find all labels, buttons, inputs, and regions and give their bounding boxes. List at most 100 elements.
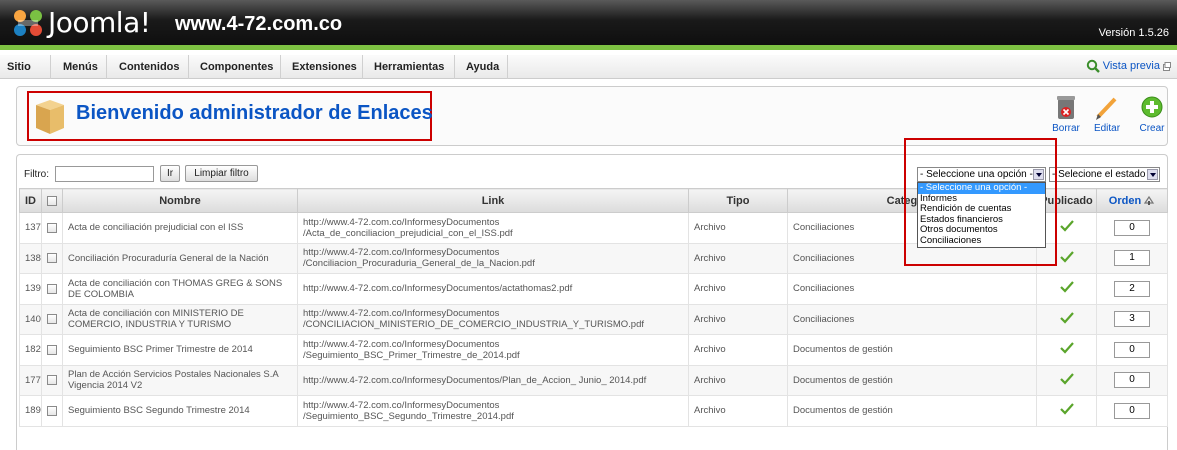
row-published-cell <box>1036 273 1097 305</box>
published-check-icon[interactable] <box>1059 312 1074 324</box>
published-check-icon[interactable] <box>1059 373 1074 385</box>
save-order-icon[interactable] <box>1144 195 1155 206</box>
published-check-icon[interactable] <box>1059 281 1074 293</box>
row-type: Archivo <box>688 273 788 305</box>
col-type[interactable]: Tipo <box>688 188 788 213</box>
row-id: 177 <box>19 364 42 396</box>
edit-label: Editar <box>1093 123 1121 134</box>
main-menubar: Sitio Menús Contenidos Componentes Exten… <box>0 55 1177 79</box>
row-select-cell <box>41 242 63 274</box>
trash-icon <box>1057 96 1075 119</box>
edit-button[interactable]: Editar <box>1089 95 1125 134</box>
row-checkbox[interactable] <box>47 253 57 264</box>
row-type: Archivo <box>688 303 788 335</box>
menu-componentes[interactable]: Componentes <box>200 61 273 73</box>
row-name-link[interactable]: Acta de conciliación con MINISTERIO DE C… <box>62 303 298 335</box>
joomla-logo-icon <box>14 10 42 36</box>
row-category: Documentos de gestión <box>787 334 1037 366</box>
row-link-url: http://www.4-72.com.co/InformesyDocument… <box>297 334 689 366</box>
row-type: Archivo <box>688 212 788 244</box>
order-input[interactable]: 0 <box>1114 341 1150 358</box>
menu-separator <box>454 55 455 79</box>
table-row: 139 Acta de conciliación con THOMAS GREG … <box>19 273 1168 305</box>
category-select[interactable]: - Seleccione una opción - <box>917 167 1046 182</box>
delete-button[interactable]: Borrar <box>1048 95 1084 134</box>
dropdown-option[interactable]: - Seleccione una opción - <box>918 182 1045 194</box>
col-link[interactable]: Link <box>297 188 689 213</box>
pencil-icon <box>1096 97 1117 120</box>
row-name-link[interactable]: Plan de Acción Servicios Postales Nacion… <box>62 364 298 396</box>
menu-menus[interactable]: Menús <box>63 61 98 73</box>
select-all-checkbox[interactable] <box>47 195 57 206</box>
order-input[interactable]: 0 <box>1114 219 1150 236</box>
row-order-cell: 3 <box>1096 303 1168 335</box>
admin-header: Joomla! www.4-72.com.co Versión 1.5.26 <box>0 0 1177 50</box>
version-label: Versión 1.5.26 <box>1098 27 1169 39</box>
delete-label: Borrar <box>1052 123 1080 134</box>
row-link-url: http://www.4-72.com.co/InformesyDocument… <box>297 395 689 427</box>
row-checkbox[interactable] <box>47 283 57 294</box>
filter-reset-button[interactable]: Limpiar filtro <box>185 165 258 182</box>
row-id: 138 <box>19 242 42 274</box>
row-published-cell <box>1036 364 1097 396</box>
row-category: Documentos de gestión <box>787 395 1037 427</box>
state-select[interactable]: - Selecione el estado - <box>1049 167 1160 182</box>
row-published-cell <box>1036 242 1097 274</box>
row-type: Archivo <box>688 364 788 396</box>
row-id: 139 <box>19 273 42 305</box>
published-check-icon[interactable] <box>1059 220 1074 232</box>
header-accent-line <box>0 45 1177 50</box>
new-button[interactable]: Crear <box>1134 95 1170 134</box>
col-id[interactable]: ID <box>19 188 42 213</box>
menu-ayuda[interactable]: Ayuda <box>466 61 499 73</box>
col-name[interactable]: Nombre <box>62 188 298 213</box>
preview-link[interactable]: Vista previa <box>1086 59 1171 73</box>
row-name-link[interactable]: Acta de conciliación prejudicial con el … <box>62 212 298 244</box>
col-order[interactable]: Orden <box>1096 188 1168 213</box>
row-link-url: http://www.4-72.com.co/InformesyDocument… <box>297 242 689 274</box>
row-checkbox[interactable] <box>47 314 57 325</box>
menu-separator <box>106 55 107 79</box>
published-check-icon[interactable] <box>1059 342 1074 354</box>
published-check-icon[interactable] <box>1059 403 1074 415</box>
state-select-value: - Selecione el estado - <box>1052 169 1152 180</box>
filter-input[interactable] <box>55 166 154 182</box>
row-order-cell: 0 <box>1096 364 1168 396</box>
row-name-link[interactable]: Conciliación Procuraduría General de la … <box>62 242 298 274</box>
order-input[interactable]: 1 <box>1114 250 1150 267</box>
dropdown-option[interactable]: Conciliaciones <box>918 235 1045 247</box>
table-row: 189 Seguimiento BSC Segundo Trimestre 201… <box>19 395 1168 427</box>
row-id: 140 <box>19 303 42 335</box>
order-input[interactable]: 3 <box>1114 311 1150 328</box>
new-label: Crear <box>1139 123 1165 134</box>
order-input[interactable]: 0 <box>1114 402 1150 419</box>
row-checkbox[interactable] <box>47 222 57 233</box>
chevron-down-icon <box>1033 169 1044 180</box>
site-name: www.4-72.com.co <box>175 13 343 35</box>
plus-circle-icon <box>1141 96 1163 118</box>
menu-extensiones[interactable]: Extensiones <box>292 61 357 73</box>
row-name-link[interactable]: Seguimiento BSC Segundo Trimestre 2014 <box>62 395 298 427</box>
joomla-brand: Joomla! <box>48 6 151 39</box>
menu-sitio[interactable]: Sitio <box>7 61 31 73</box>
filter-go-button[interactable]: Ir <box>160 165 180 182</box>
category-select-value: - Seleccione una opción - <box>920 169 1033 180</box>
row-checkbox[interactable] <box>47 405 57 416</box>
row-select-cell <box>41 334 63 366</box>
row-checkbox[interactable] <box>47 375 57 386</box>
published-check-icon[interactable] <box>1059 251 1074 263</box>
filter-label: Filtro: <box>24 169 49 180</box>
order-input[interactable]: 2 <box>1114 280 1150 297</box>
row-select-cell <box>41 395 63 427</box>
row-name-link[interactable]: Acta de conciliación con THOMAS GREG & S… <box>62 273 298 305</box>
menu-separator <box>362 55 363 79</box>
row-select-cell <box>41 364 63 396</box>
row-checkbox[interactable] <box>47 344 57 355</box>
menu-contenidos[interactable]: Contenidos <box>119 61 180 73</box>
row-category: Conciliaciones <box>787 242 1037 274</box>
external-window-icon <box>1163 61 1171 71</box>
order-input[interactable]: 0 <box>1114 372 1150 389</box>
menu-herramientas[interactable]: Herramientas <box>374 61 444 73</box>
row-id: 189 <box>19 395 42 427</box>
row-name-link[interactable]: Seguimiento BSC Primer Trimestre de 2014 <box>62 334 298 366</box>
